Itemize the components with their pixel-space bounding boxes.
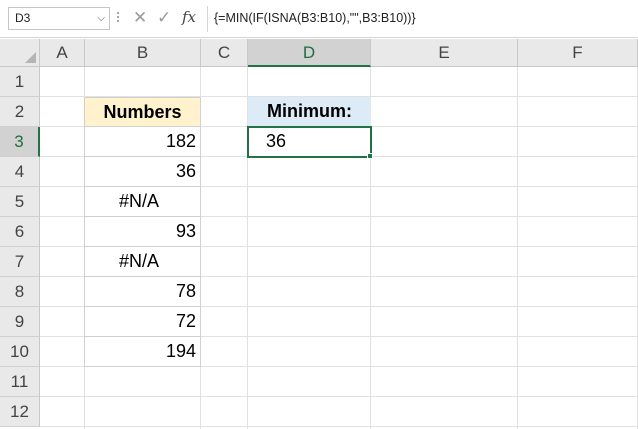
select-all-triangle-icon: [25, 52, 36, 63]
cell-b7[interactable]: #N/A: [84, 246, 201, 277]
cell-b10[interactable]: 194: [84, 336, 201, 367]
row-header-9[interactable]: 9: [0, 307, 40, 337]
minimum-value-cell[interactable]: 36: [247, 126, 372, 158]
cell-b5[interactable]: #N/A: [84, 186, 201, 217]
row-header-1[interactable]: 1: [0, 67, 40, 97]
cancel-icon[interactable]: ✕: [133, 8, 147, 28]
column-header-c[interactable]: C: [201, 39, 248, 67]
gridline: [517, 67, 518, 429]
fill-handle[interactable]: [367, 153, 373, 159]
column-header-e[interactable]: E: [371, 39, 518, 67]
numbers-header-cell[interactable]: Numbers: [84, 97, 201, 127]
row-header-5[interactable]: 5: [0, 187, 40, 217]
column-header-a[interactable]: A: [40, 39, 85, 67]
row-header-11[interactable]: 11: [0, 367, 40, 397]
row-header-8[interactable]: 8: [0, 277, 40, 307]
gridline: [40, 426, 638, 427]
cell-b4[interactable]: 36: [84, 156, 201, 187]
name-box-value: D3: [15, 11, 31, 25]
row-header-2[interactable]: 2: [0, 97, 40, 127]
formula-bar: D3 ⌵ ✕ ✓ fx {=MIN(IF(ISNA(B3:B10),"",B3:…: [0, 0, 638, 38]
cell-b6[interactable]: 93: [84, 216, 201, 247]
insert-function-icon[interactable]: fx: [182, 8, 196, 26]
row-header-6[interactable]: 6: [0, 217, 40, 247]
minimum-label-cell[interactable]: Minimum:: [248, 97, 371, 126]
gridline: [40, 396, 638, 397]
cell-b3[interactable]: 182: [84, 126, 201, 157]
row-header-4[interactable]: 4: [0, 157, 40, 187]
row-header-10[interactable]: 10: [0, 337, 40, 367]
enter-icon[interactable]: ✓: [157, 8, 171, 28]
cell-b9[interactable]: 72: [84, 306, 201, 337]
formula-input[interactable]: {=MIN(IF(ISNA(B3:B10),"",B3:B10))}: [208, 7, 638, 30]
select-all-button[interactable]: [0, 39, 40, 67]
row-header-12[interactable]: 12: [0, 397, 40, 427]
row-header-3[interactable]: 3: [0, 127, 40, 157]
column-header-f[interactable]: F: [518, 39, 638, 67]
cell-b8[interactable]: 78: [84, 276, 201, 307]
name-box[interactable]: D3 ⌵: [8, 7, 110, 30]
drag-handle-icon[interactable]: [116, 10, 120, 28]
column-header-b[interactable]: B: [85, 39, 201, 67]
column-header-d[interactable]: D: [248, 39, 371, 67]
row-header-7[interactable]: 7: [0, 247, 40, 277]
chevron-down-icon[interactable]: ⌵: [97, 8, 105, 29]
